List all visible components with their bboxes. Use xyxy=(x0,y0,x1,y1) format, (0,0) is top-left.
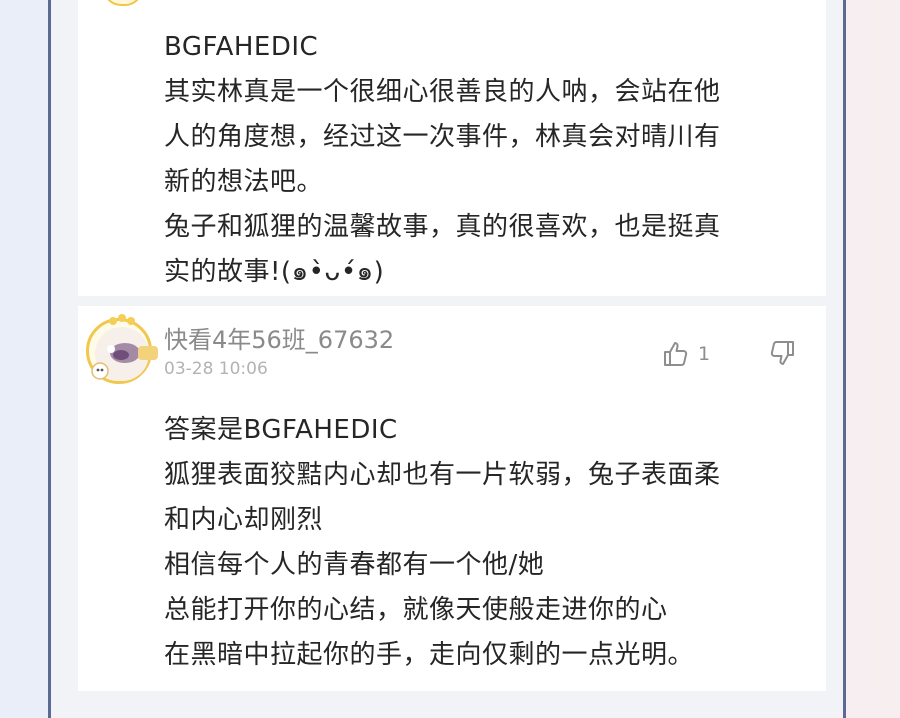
comment-line: 和内心却刚烈 xyxy=(164,505,324,535)
username[interactable]: 快看4年56班_67632 xyxy=(164,320,394,355)
comment-line: 答案是BGFAHEDIC xyxy=(164,415,398,445)
comment-line: 狐狸表面狡黠内心却也有一片软弱，兔子表面柔 xyxy=(164,460,721,490)
timestamp: 03-28 10:06 xyxy=(164,359,268,379)
comment-line: 新的想法吧。 xyxy=(164,167,324,197)
dislike-button[interactable] xyxy=(768,338,800,370)
comment-line: 实的故事!(๑•̀ᴗ•́๑) xyxy=(164,257,385,287)
like-count: 1 xyxy=(698,343,711,365)
thumbs-up-icon xyxy=(664,342,688,366)
avatar-image xyxy=(91,314,158,381)
comment-line: 人的角度想，经过这一次事件，林真会对晴川有 xyxy=(164,122,721,152)
comment-line: 兔子和狐狸的温馨故事，真的很喜欢，也是挺真 xyxy=(164,212,721,242)
comment-line: 其实林真是一个很细心很善良的人呐，会站在他 xyxy=(164,77,721,107)
comment-line: 总能打开你的心结，就像天使般走进你的心 xyxy=(164,595,668,625)
comment-line: 相信每个人的青春都有一个他/她 xyxy=(164,550,545,580)
comment-body: 答案是BGFAHEDIC 狐狸表面狡黠内心却也有一片软弱，兔子表面柔 和内心却刚… xyxy=(164,408,804,678)
comment-line: BGFAHEDIC xyxy=(164,32,319,62)
comment-line: 在黑暗中拉起你的手，走向仅剩的一点光明。 xyxy=(164,640,695,670)
avatar[interactable] xyxy=(86,314,158,384)
comment-body: BGFAHEDIC 其实林真是一个很细心很善良的人呐，会站在他 人的角度想，经过… xyxy=(164,25,804,295)
like-button[interactable]: 1 xyxy=(660,338,710,370)
thumbs-down-icon xyxy=(770,341,794,365)
